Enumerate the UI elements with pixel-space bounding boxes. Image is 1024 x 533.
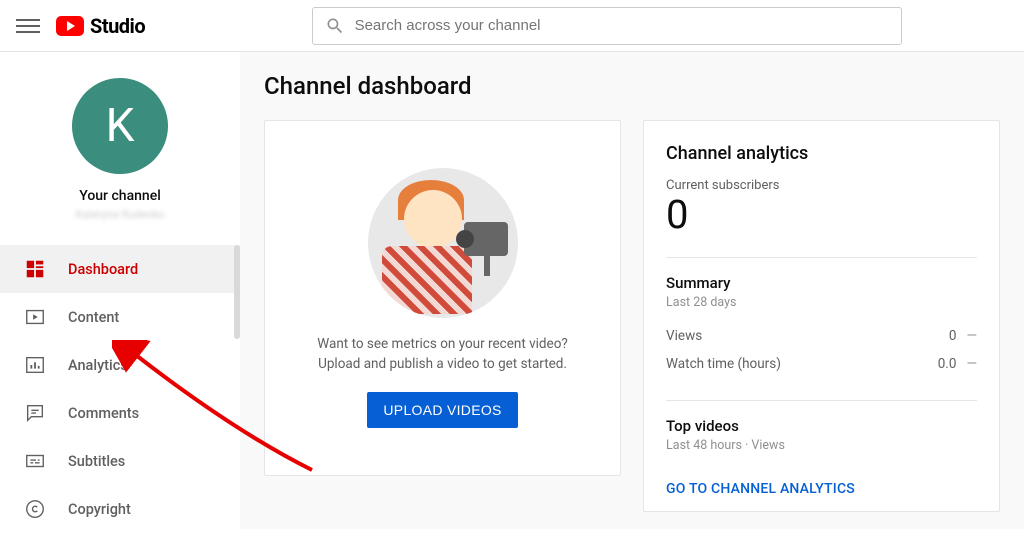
sidebar-item-analytics[interactable]: Analytics (0, 341, 240, 389)
sidebar-item-label: Subtitles (68, 453, 125, 470)
summary-row-delta: — (966, 328, 977, 344)
divider (666, 400, 977, 401)
empty-state-text-2: Upload and publish a video to get starte… (318, 354, 567, 374)
scrollbar-thumb[interactable] (234, 245, 240, 339)
upload-illustration (368, 168, 518, 318)
youtube-play-icon (56, 16, 84, 36)
top-videos-title: Top videos (666, 417, 977, 435)
channel-name-label: Your channel (79, 188, 161, 204)
sidebar-item-label: Comments (68, 405, 139, 422)
copyright-icon (24, 498, 46, 520)
summary-row-views: Views 0 — (666, 322, 977, 350)
sidebar-nav: Dashboard Content Analytics Comments (0, 245, 240, 533)
sidebar-item-content[interactable]: Content (0, 293, 240, 341)
sidebar: K Your channel Kateryna Rudenko Dashboar… (0, 52, 240, 529)
header: Studio (0, 0, 1024, 52)
youtube-studio-logo[interactable]: Studio (56, 14, 145, 38)
analytics-card-title: Channel analytics (666, 143, 977, 164)
channel-avatar[interactable]: K (72, 78, 168, 174)
comments-icon (24, 402, 46, 424)
page-title: Channel dashboard (264, 72, 1000, 100)
sidebar-item-label: Analytics (68, 357, 128, 374)
upload-videos-button[interactable]: UPLOAD VIDEOS (367, 392, 517, 428)
subscribers-count: 0 (666, 195, 977, 235)
brand-text: Studio (90, 14, 145, 38)
search-input[interactable] (355, 17, 889, 34)
hamburger-menu-icon[interactable] (16, 14, 40, 38)
dashboard-icon (24, 258, 46, 280)
sidebar-item-label: Dashboard (68, 261, 138, 278)
summary-row-label: Watch time (hours) (666, 356, 781, 372)
sidebar-item-comments[interactable]: Comments (0, 389, 240, 437)
sidebar-item-label: Copyright (68, 501, 131, 518)
summary-row-label: Views (666, 328, 702, 344)
summary-subtitle: Last 28 days (666, 295, 977, 310)
summary-row-watchtime: Watch time (hours) 0.0 — (666, 350, 977, 378)
subscribers-label: Current subscribers (666, 178, 977, 193)
go-to-analytics-link[interactable]: GO TO CHANNEL ANALYTICS (666, 481, 855, 497)
subtitles-icon (24, 450, 46, 472)
analytics-icon (24, 354, 46, 376)
summary-row-delta: — (966, 356, 977, 372)
summary-row-value: 0 (949, 328, 957, 344)
search-box[interactable] (312, 7, 902, 45)
search-icon (325, 16, 345, 36)
channel-analytics-card: Channel analytics Current subscribers 0 … (643, 120, 1000, 512)
upload-prompt-card: Want to see metrics on your recent video… (264, 120, 621, 476)
sidebar-item-label: Content (68, 309, 119, 326)
sidebar-item-subtitles[interactable]: Subtitles (0, 437, 240, 485)
summary-row-value: 0.0 (938, 356, 957, 372)
sidebar-item-copyright[interactable]: Copyright (0, 485, 240, 533)
main-area: Channel dashboard Want to see metrics on… (240, 52, 1024, 529)
content-icon (24, 306, 46, 328)
sidebar-item-dashboard[interactable]: Dashboard (0, 245, 240, 293)
divider (666, 257, 977, 258)
channel-owner-name: Kateryna Rudenko (76, 208, 165, 221)
top-videos-subtitle: Last 48 hours · Views (666, 438, 977, 453)
empty-state-text-1: Want to see metrics on your recent video… (317, 334, 568, 354)
summary-title: Summary (666, 274, 977, 292)
